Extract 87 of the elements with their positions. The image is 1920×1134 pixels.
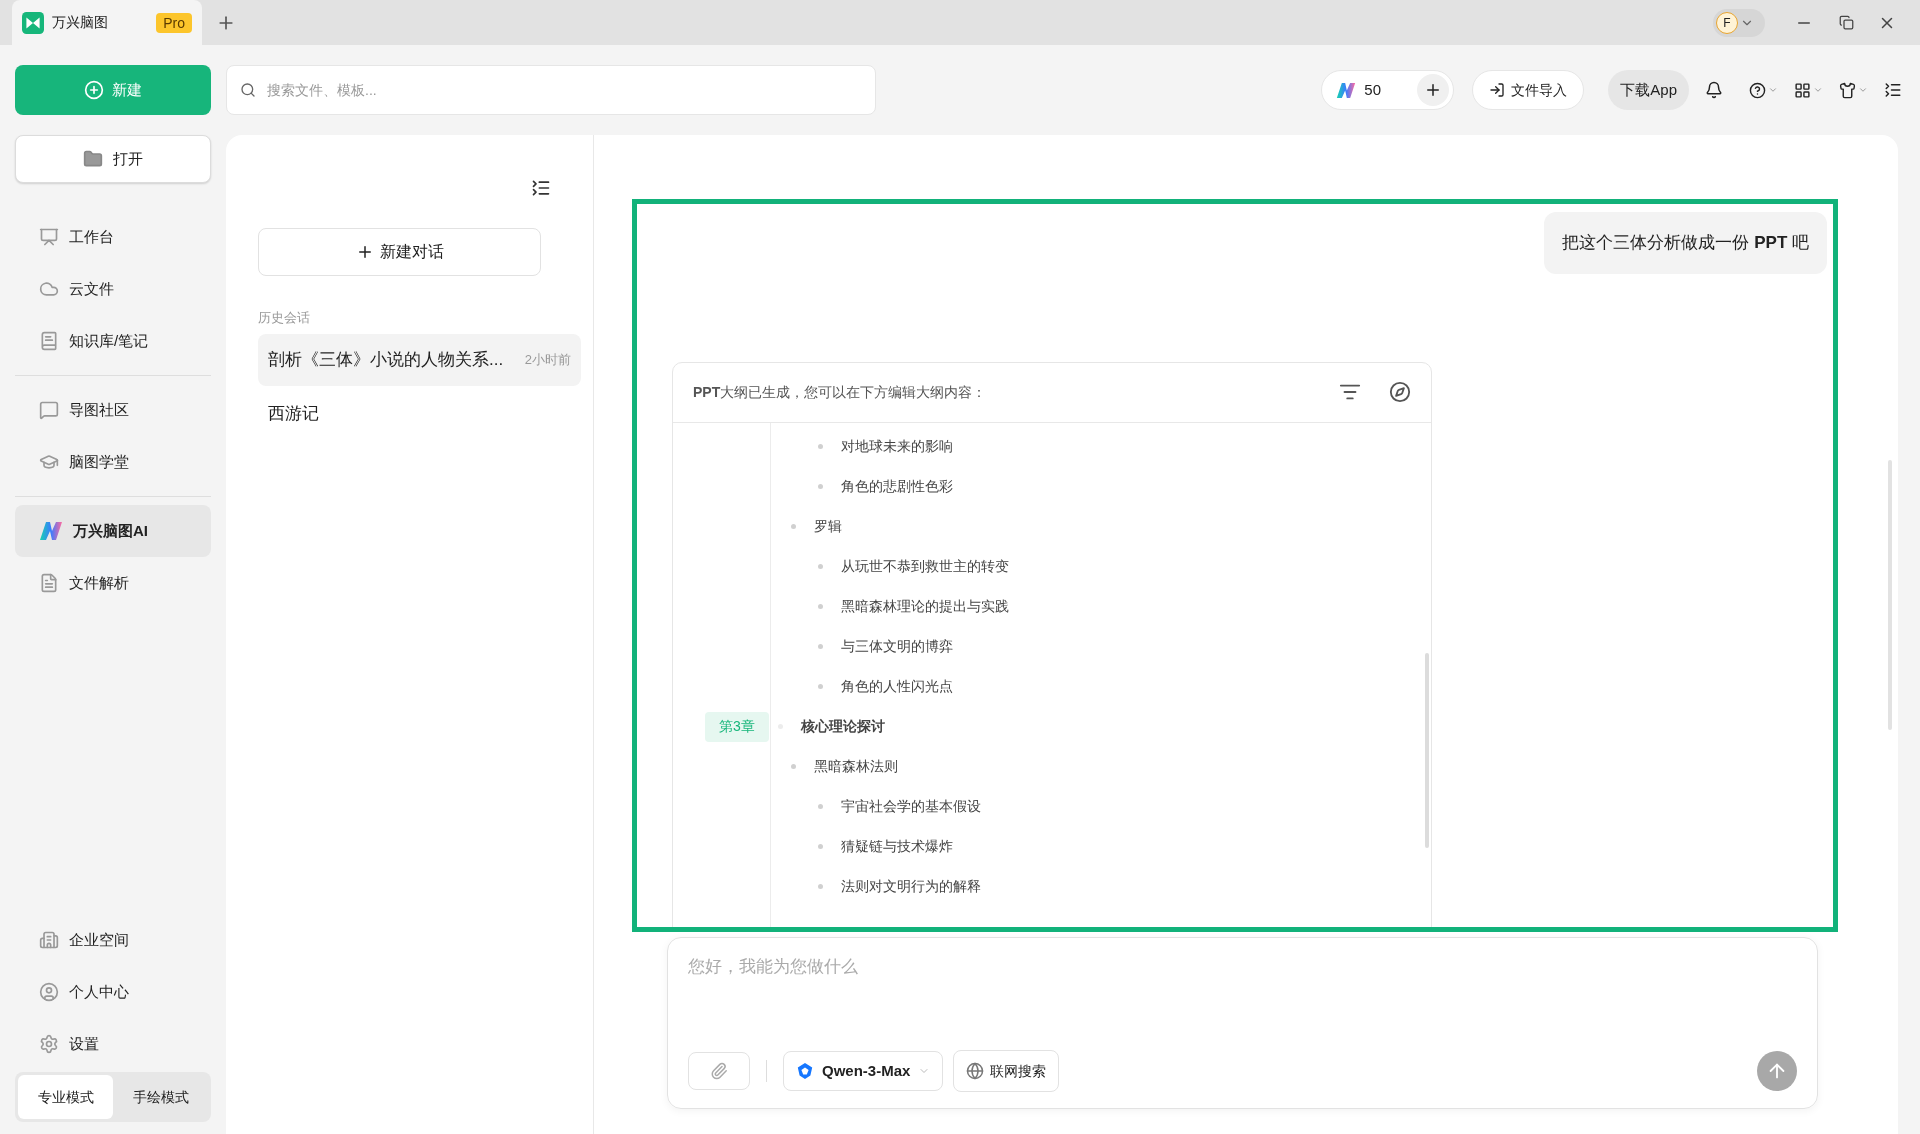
account-switcher[interactable]: F	[1713, 8, 1765, 37]
message-input[interactable]: 您好，我能为您做什么	[688, 954, 1797, 980]
globe-icon	[966, 1062, 985, 1080]
bullet-icon	[818, 604, 823, 609]
help-menu-icon[interactable]	[1749, 81, 1778, 99]
outline-item[interactable]: 宇宙社会学的基本假设	[841, 796, 981, 817]
outline-item[interactable]: 罗辑	[814, 516, 842, 537]
sidebar-item[interactable]: 知识库/笔记	[15, 315, 211, 367]
history-item[interactable]: 剖析《三体》小说的人物关系... 2小时前	[258, 333, 581, 386]
web-search-button[interactable]: 联网搜索	[953, 1050, 1060, 1092]
building-icon	[39, 930, 59, 950]
outline-item[interactable]: 黑暗森林理论的提出与实践	[841, 596, 1009, 617]
search-field[interactable]: 搜索文件、模板...	[226, 65, 876, 115]
add-credits-button[interactable]	[1417, 74, 1450, 106]
bullet-icon	[818, 844, 823, 849]
outline-item[interactable]: 猜疑链与技术爆炸	[841, 836, 953, 857]
compass-icon[interactable]	[1389, 381, 1411, 403]
grid-menu-icon[interactable]	[1794, 81, 1823, 99]
search-icon	[240, 82, 256, 98]
sidebar-item[interactable]: 文件解析	[15, 557, 211, 609]
plus-circle-icon	[84, 80, 104, 100]
model-logo-icon	[796, 1062, 814, 1080]
chapter-tag: 第3章	[705, 711, 769, 742]
outline-item[interactable]: 角色的悲剧性色彩	[841, 476, 953, 497]
folder-icon	[83, 149, 103, 169]
bullet-icon	[791, 764, 796, 769]
shirt-menu-icon[interactable]	[1839, 81, 1868, 99]
app-tab[interactable]: 万兴脑图 Pro	[12, 0, 202, 45]
restore-icon[interactable]	[1839, 15, 1854, 30]
sidebar-item[interactable]: 脑图学堂	[15, 436, 211, 488]
sidebar-item[interactable]: 个人中心	[15, 966, 211, 1018]
section-label: 历史会话	[258, 309, 311, 327]
history-title: 西游记	[268, 402, 319, 425]
cloud-icon	[39, 279, 59, 299]
document-icon	[39, 573, 59, 593]
bullet-icon	[818, 884, 823, 889]
ai-logo-icon	[1336, 81, 1357, 99]
history-item[interactable]: 西游记	[258, 387, 581, 440]
sidebar-item[interactable]: 导图社区	[15, 384, 211, 436]
book-icon	[39, 331, 59, 351]
user-icon	[39, 982, 59, 1002]
ai-logo-icon	[39, 521, 63, 541]
open-button[interactable]: 打开	[15, 135, 211, 183]
credits-count: 50	[1364, 79, 1381, 100]
chapter-title[interactable]: 核心理论探讨	[801, 716, 885, 737]
download-app-button[interactable]: 下载App	[1608, 70, 1689, 110]
sidebar-item[interactable]: 云文件	[15, 263, 211, 315]
settings-icon	[39, 1034, 59, 1054]
outline-header: PPT大纲已生成，您可以在下方编辑大纲内容：	[693, 382, 987, 402]
sidebar-item[interactable]: 设置	[15, 1018, 211, 1070]
outline-item[interactable]: 黑暗森林法则	[814, 756, 898, 777]
mode-tab[interactable]: 专业模式	[18, 1075, 113, 1119]
app-logo-icon	[22, 11, 44, 34]
outline-item[interactable]: 法则对文明行为的解释	[841, 876, 981, 897]
bullet-icon	[818, 804, 823, 809]
bullet-icon	[818, 444, 823, 449]
sidebar-item[interactable]: 企业空间	[15, 914, 211, 966]
chat-bubble-icon	[39, 400, 59, 420]
outline-item[interactable]: 对地球未来的影响	[841, 436, 953, 457]
avatar: F	[1716, 11, 1738, 34]
history-title: 剖析《三体》小说的人物关系...	[268, 348, 504, 371]
pro-badge: Pro	[156, 12, 192, 33]
scrollbar[interactable]	[1425, 652, 1429, 848]
app-title: 万兴脑图	[52, 13, 108, 32]
graduation-cap-icon	[39, 452, 59, 472]
mode-tab[interactable]: 手绘模式	[113, 1075, 208, 1119]
sidebar-item[interactable]: 万兴脑图AI	[15, 505, 211, 557]
bullet-icon	[818, 564, 823, 569]
bullet-icon	[791, 524, 796, 529]
outline-item[interactable]: 与三体文明的博弈	[841, 636, 953, 657]
sidebar-item[interactable]: 工作台	[15, 211, 211, 263]
model-selector[interactable]: Qwen-3-Max	[783, 1051, 944, 1091]
collapse-list-icon[interactable]	[531, 178, 551, 198]
outline-item[interactable]: 角色的人性闪光点	[841, 676, 953, 697]
new-chat-button[interactable]: 新建对话	[258, 228, 541, 276]
user-message: 把这个三体分析做成一份 PPT 吧	[1544, 212, 1827, 274]
presentation-icon	[39, 227, 59, 247]
bell-icon[interactable]	[1705, 81, 1723, 99]
import-icon	[1489, 82, 1506, 98]
outline-item[interactable]: 从玩世不恭到救世主的转变	[841, 556, 1009, 577]
bullet-icon	[818, 484, 823, 489]
bullet-icon	[818, 684, 823, 689]
history-time: 2小时前	[524, 350, 571, 369]
collapse-panel-icon[interactable]	[1884, 81, 1902, 99]
paperclip-icon	[710, 1062, 728, 1080]
bullet-icon	[818, 644, 823, 649]
import-button[interactable]: 文件导入	[1472, 70, 1585, 110]
